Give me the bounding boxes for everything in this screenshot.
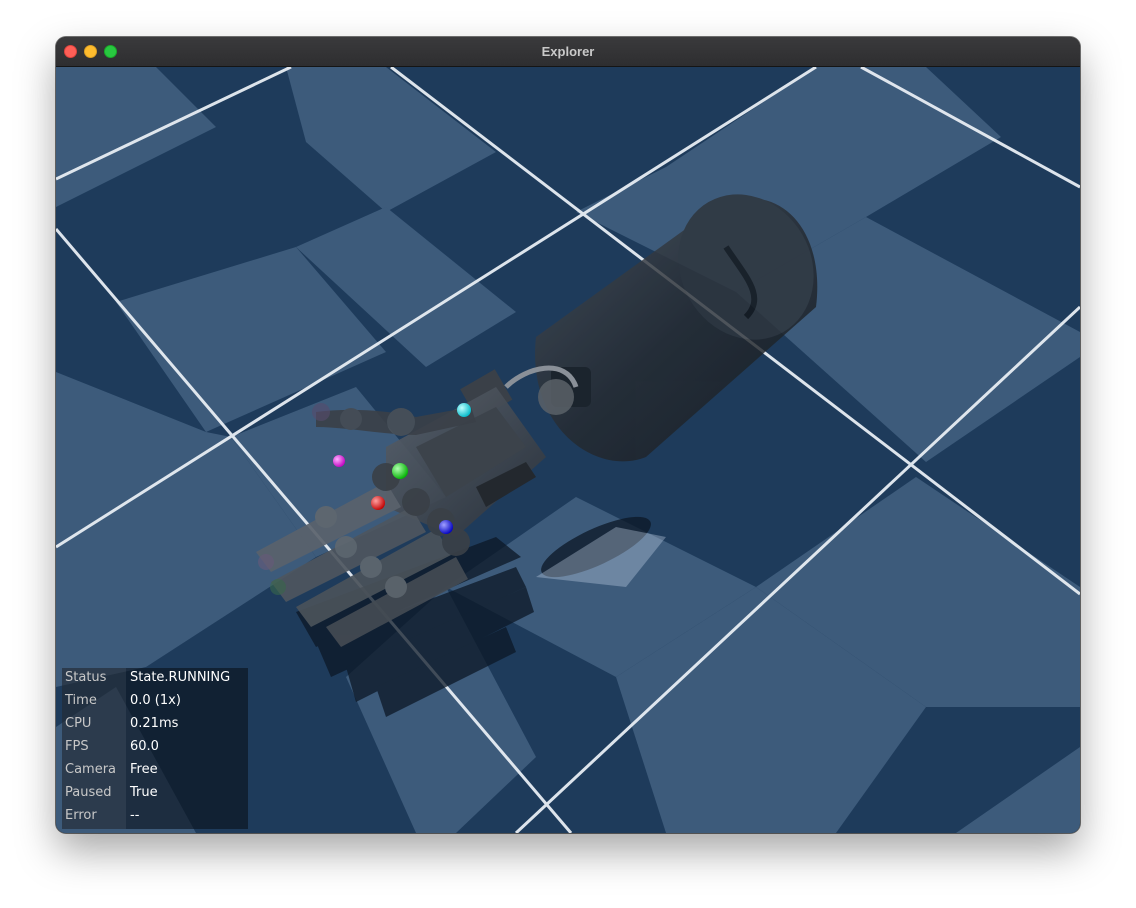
overlay-key: CPU xyxy=(65,716,92,731)
overlay-value: State.RUNNING xyxy=(130,670,231,685)
overlay-value: 0.0 (1x) xyxy=(130,693,181,708)
overlay-key: Time xyxy=(65,693,97,708)
overlay-row-fps: FPS 60.0 xyxy=(62,737,248,760)
overlay-row-camera: Camera Free xyxy=(62,760,248,783)
overlay-row-time: Time 0.0 (1x) xyxy=(62,691,248,714)
marker-blue xyxy=(439,520,453,534)
title-bar[interactable]: Explorer xyxy=(56,37,1080,67)
overlay-key: Status xyxy=(65,670,107,685)
overlay-key: Paused xyxy=(65,785,112,800)
overlay-row-paused: Paused True xyxy=(62,783,248,806)
window-title: Explorer xyxy=(541,44,595,59)
marker-cyan xyxy=(457,403,471,417)
marker-magenta xyxy=(333,455,345,467)
overlay-key: FPS xyxy=(65,739,89,754)
overlay-value: 60.0 xyxy=(130,739,159,754)
overlay-key: Error xyxy=(65,808,97,823)
overlay-row-status: Status State.RUNNING xyxy=(62,668,248,691)
marker-green xyxy=(392,463,408,479)
overlay-value: -- xyxy=(130,808,140,823)
overlay-row-cpu: CPU 0.21ms xyxy=(62,714,248,737)
overlay-row-error: Error -- xyxy=(62,806,248,829)
marker-red xyxy=(371,496,385,510)
overlay-value: 0.21ms xyxy=(130,716,179,731)
status-overlay: Status State.RUNNING Time 0.0 (1x) CPU 0… xyxy=(62,668,248,829)
app-window: Explorer Status State.RUNNING Time 0.0 (… xyxy=(56,37,1080,833)
overlay-value: True xyxy=(130,785,158,800)
overlay-value: Free xyxy=(130,762,158,777)
overlay-key: Camera xyxy=(65,762,117,777)
3d-viewport[interactable]: Status State.RUNNING Time 0.0 (1x) CPU 0… xyxy=(56,67,1080,833)
